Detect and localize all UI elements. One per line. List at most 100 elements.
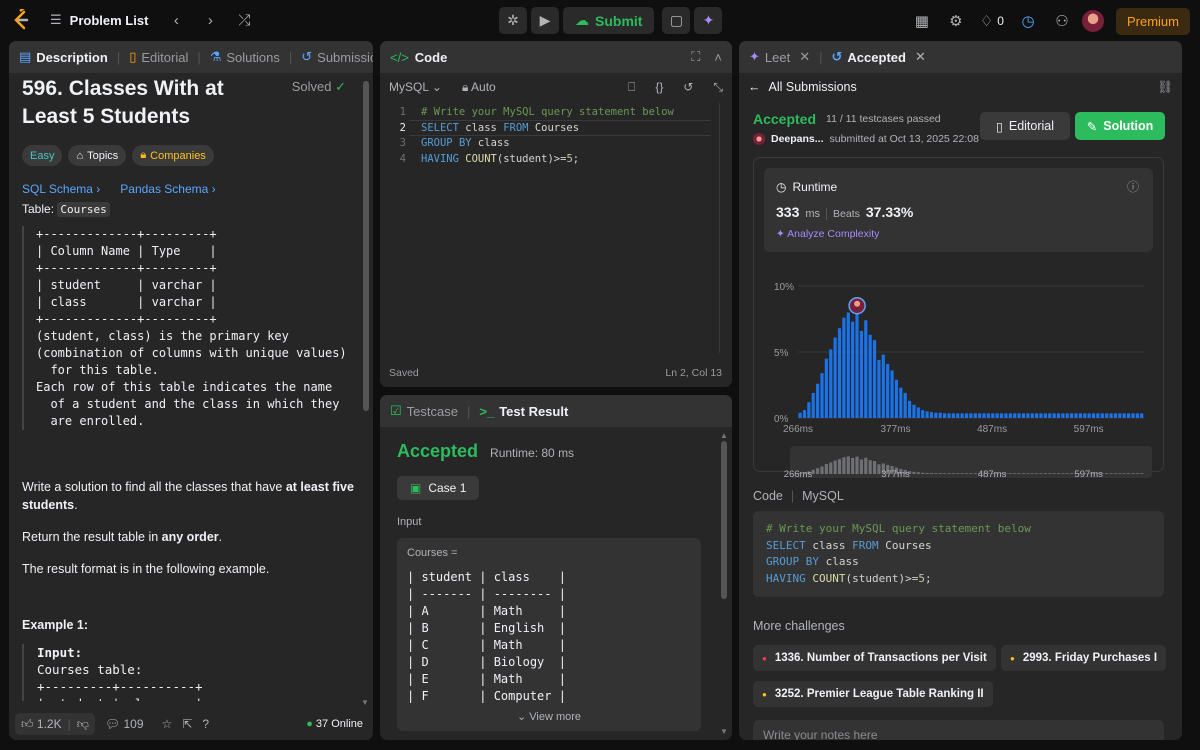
debug-button[interactable]: ✲ <box>499 7 527 34</box>
runtime-unit: ms <box>805 208 821 220</box>
bar <box>964 413 969 418</box>
view-more-button[interactable]: ⌄ View more <box>397 710 701 723</box>
bar <box>868 334 872 418</box>
tab-submissions-label: Submissions <box>317 49 373 65</box>
book-icon: ▯ <box>129 49 137 64</box>
runtime-label: Runtime <box>792 180 838 194</box>
next-problem-button[interactable]: › <box>196 6 224 34</box>
tab-submissions[interactable]: ↺ Submissions <box>301 49 373 65</box>
bar <box>1100 413 1104 418</box>
runtime-distribution-chart[interactable]: 10%5%0%266ms 377ms 487ms 597ms266ms 377ms 487… <box>754 258 1165 478</box>
back-to-submissions[interactable]: ← All Submissions <box>748 80 857 94</box>
premium-button[interactable]: Premium <box>1115 7 1190 35</box>
like-button[interactable]: 👍︎ 1.2K <box>21 717 62 732</box>
bar <box>816 383 820 418</box>
editorial-label: Editorial <box>1008 119 1055 133</box>
solution-button[interactable]: ✎ Solution <box>1075 112 1165 140</box>
runtime-stats[interactable]: ◷ Runtime 333 ms Beats 37.33% ✦ Analyze Comp… <box>764 168 1153 252</box>
sql-schema-link[interactable]: SQL Schema › <box>22 182 100 196</box>
user-avatar[interactable] <box>753 133 765 145</box>
overview-bar <box>816 468 820 474</box>
bookmark-button[interactable]: ⎕ <box>628 80 635 95</box>
notes-input[interactable]: Write your notes here <box>753 720 1164 740</box>
clock-icon: ◷ <box>776 180 787 194</box>
random-problem-button[interactable]: ⤮ <box>230 6 258 34</box>
bar <box>969 413 973 418</box>
bar <box>1091 413 1096 418</box>
reset-button[interactable]: ↺ <box>683 80 693 94</box>
challenge-chip[interactable]: ● 3252. Premier League Table Ranking II <box>753 681 993 707</box>
ai-assistant-button[interactable]: ✦ <box>694 7 723 34</box>
leetcode-logo-icon[interactable] <box>10 7 32 31</box>
editorial-button[interactable]: ▯ Editorial <box>980 112 1070 140</box>
user-avatar[interactable] <box>1081 10 1104 32</box>
add-user-icon: ⚇ <box>1055 13 1069 30</box>
case-1-tab[interactable]: ▣ Case 1 <box>397 476 480 500</box>
tab-testcase[interactable]: ☑ Testcase <box>390 403 458 419</box>
submit-label: Submit <box>595 12 643 29</box>
overview-bar <box>969 473 973 474</box>
bar <box>1039 413 1043 418</box>
topics-tag[interactable]: ⌂ Topics <box>68 145 127 166</box>
streak-count: 0 <box>997 14 1004 28</box>
timer-button[interactable]: ◷ <box>1014 7 1042 35</box>
overview-bar <box>872 461 877 474</box>
bar <box>798 412 802 418</box>
dislike-button[interactable]: 👎︎ <box>77 717 89 732</box>
settings-button[interactable]: ⚙ <box>942 7 970 35</box>
editor-scrollbar[interactable] <box>719 103 720 353</box>
submit-button[interactable]: ☁ Submit <box>563 7 655 34</box>
submitter-name[interactable]: Deepans... <box>771 133 824 145</box>
tab-description[interactable]: ▤ Description <box>19 49 108 65</box>
difficulty-dot-icon: ● <box>762 653 767 663</box>
bar <box>842 317 846 418</box>
tab-accepted[interactable]: ↺ Accepted ✕ <box>832 49 926 65</box>
tab-editorial[interactable]: ▯ Editorial <box>129 49 188 65</box>
share-button[interactable]: ⇱ <box>182 717 192 731</box>
code-editor[interactable]: 1 2 3 4 # Write your MySQL query stateme… <box>380 103 732 353</box>
maximize-button[interactable]: ⛶ <box>691 49 700 65</box>
favorite-button[interactable]: ☆ <box>162 717 173 731</box>
thumbs-up-icon: 👍︎ <box>21 716 34 731</box>
collapse-button[interactable]: ˄ <box>714 50 722 65</box>
run-button[interactable]: ▶ <box>531 7 559 34</box>
analyze-complexity-button[interactable]: ✦ Analyze Complexity <box>776 228 1141 240</box>
description-tabs: ▤ Description | ▯ Editorial | ⚗ Solutions |… <box>9 41 373 73</box>
previous-problem-button[interactable]: ‹ <box>162 6 190 34</box>
stopwatch-icon: ◷ <box>1021 13 1035 30</box>
scroll-up-icon[interactable]: ▲ <box>720 431 728 440</box>
overview-bar <box>829 462 833 474</box>
companies-tag[interactable]: 🔒︎ Companies <box>132 145 214 166</box>
info-icon[interactable]: ⓘ <box>1127 178 1139 195</box>
help-button[interactable]: ? <box>202 717 209 731</box>
format-button[interactable]: {} <box>655 80 663 94</box>
overview-bar <box>1043 473 1047 474</box>
auto-mode-toggle[interactable]: 🔒︎ Auto <box>462 80 496 95</box>
scroll-down-icon[interactable]: ▼ <box>361 698 369 707</box>
tab-leet[interactable]: ✦ Leet ✕ <box>749 49 810 65</box>
invite-button[interactable]: ⚇ <box>1048 7 1076 35</box>
bar <box>916 407 920 418</box>
tab-solutions[interactable]: ⚗ Solutions <box>210 49 280 65</box>
schema-links: SQL Schema › Pandas Schema › <box>22 182 360 196</box>
bar <box>986 413 991 418</box>
layout-button[interactable]: ▦ <box>908 7 936 35</box>
comments-button[interactable]: 💬︎ 109 <box>105 717 144 731</box>
description-scrollbar[interactable] <box>363 81 369 411</box>
close-icon[interactable]: ✕ <box>799 49 810 65</box>
tab-test-result[interactable]: >_ Test Result <box>479 404 568 419</box>
scroll-down-icon[interactable]: ▼ <box>720 727 728 736</box>
language-select[interactable]: MySQL ⌄ <box>389 80 442 94</box>
test-tabs: ☑ Testcase | >_ Test Result <box>380 395 732 427</box>
challenge-chip[interactable]: ● 2993. Friday Purchases I <box>1001 645 1167 671</box>
pandas-schema-link[interactable]: Pandas Schema › <box>120 182 215 196</box>
copy-link-button[interactable]: ⛓ <box>1157 80 1173 95</box>
streak-button[interactable]: ♢ 0 <box>976 7 1008 35</box>
notes-button[interactable]: ▢ <box>662 7 691 34</box>
challenge-chip[interactable]: ● 1336. Number of Transactions per Visit <box>753 645 996 671</box>
problem-list-button[interactable]: ☰ Problem List <box>50 12 148 28</box>
fullscreen-button[interactable]: ⤡ <box>713 80 723 95</box>
example-input-label: Input: <box>37 645 83 660</box>
close-icon[interactable]: ✕ <box>915 49 926 65</box>
test-scrollbar[interactable] <box>721 441 727 599</box>
